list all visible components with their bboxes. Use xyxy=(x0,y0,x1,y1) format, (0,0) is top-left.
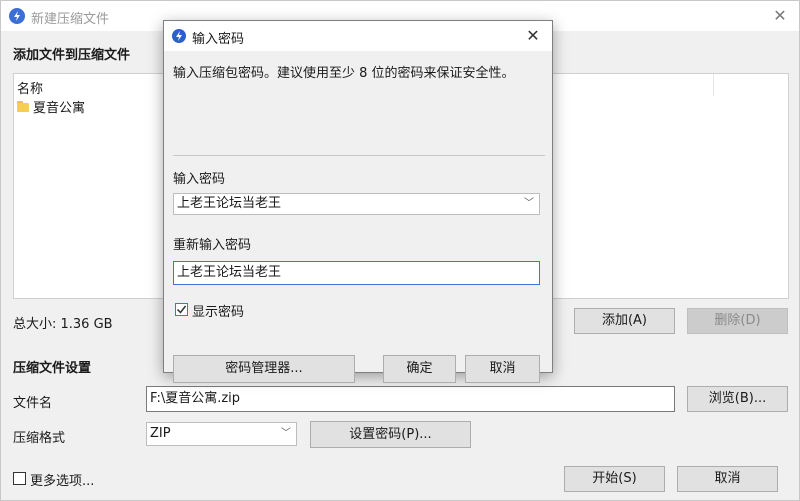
dialog-titlebar: 输入密码 ✕ xyxy=(164,21,552,51)
cancel-button[interactable]: 取消 xyxy=(677,466,778,492)
filename-input[interactable]: F:\夏音公寓.zip xyxy=(146,386,675,412)
format-label: 压缩格式 xyxy=(13,431,66,446)
dialog-close-icon[interactable]: ✕ xyxy=(518,23,548,49)
add-button[interactable]: 添加(A) xyxy=(574,308,675,334)
password-dialog: 输入密码 ✕ 输入压缩包密码。建议使用至少 8 位的密码来保证安全性。 输入密码… xyxy=(163,20,553,383)
ok-button[interactable]: 确定 xyxy=(383,355,456,383)
show-password-checkbox[interactable] xyxy=(175,303,188,316)
app-logo-icon xyxy=(9,8,25,24)
set-password-button[interactable]: 设置密码(P)... xyxy=(310,421,471,448)
add-files-heading: 添加文件到压缩文件 xyxy=(13,48,131,63)
password-label: 输入密码 xyxy=(173,172,226,187)
chevron-down-icon: ﹀ xyxy=(281,428,291,439)
close-icon[interactable]: ✕ xyxy=(765,3,795,29)
list-item-label: 夏音公寓 xyxy=(33,100,86,116)
password-manager-button[interactable]: 密码管理器... xyxy=(173,355,355,383)
dialog-body: 输入压缩包密码。建议使用至少 8 位的密码来保证安全性。 输入密码 上老王论坛当… xyxy=(164,51,552,383)
password-hint: 输入压缩包密码。建议使用至少 8 位的密码来保证安全性。 xyxy=(173,66,515,81)
show-password-label[interactable]: 显示密码 xyxy=(192,301,244,320)
more-options-checkbox[interactable] xyxy=(13,472,26,485)
format-select[interactable]: ZIP ﹀ xyxy=(146,422,297,446)
column-header-name[interactable]: 名称 xyxy=(17,78,43,97)
format-value: ZIP xyxy=(150,426,171,441)
divider xyxy=(173,155,545,156)
browse-button[interactable]: 浏览(B)... xyxy=(687,386,788,412)
password-value: 上老王论坛当老王 xyxy=(177,196,282,211)
app-logo-icon xyxy=(172,29,186,43)
password-input[interactable]: 上老王论坛当老王 ﹀ xyxy=(173,193,540,215)
start-button[interactable]: 开始(S) xyxy=(564,466,665,492)
dialog-title: 输入密码 xyxy=(192,32,245,47)
confirm-password-input[interactable]: 上老王论坛当老王 xyxy=(173,261,540,285)
confirm-password-label: 重新输入密码 xyxy=(173,238,252,253)
column-divider xyxy=(713,74,714,96)
more-options-label[interactable]: 更多选项... xyxy=(30,470,94,489)
window-title: 新建压缩文件 xyxy=(31,12,110,27)
remove-button[interactable]: 删除(D) xyxy=(687,308,788,334)
folder-icon xyxy=(17,100,29,112)
filename-label: 文件名 xyxy=(13,396,53,411)
dialog-cancel-button[interactable]: 取消 xyxy=(465,355,540,383)
chevron-down-icon[interactable]: ﹀ xyxy=(524,194,534,214)
list-item[interactable]: 夏音公寓 xyxy=(17,96,85,116)
settings-heading: 压缩文件设置 xyxy=(13,361,92,376)
total-size-text: 总大小: 1.36 GB xyxy=(13,317,113,332)
